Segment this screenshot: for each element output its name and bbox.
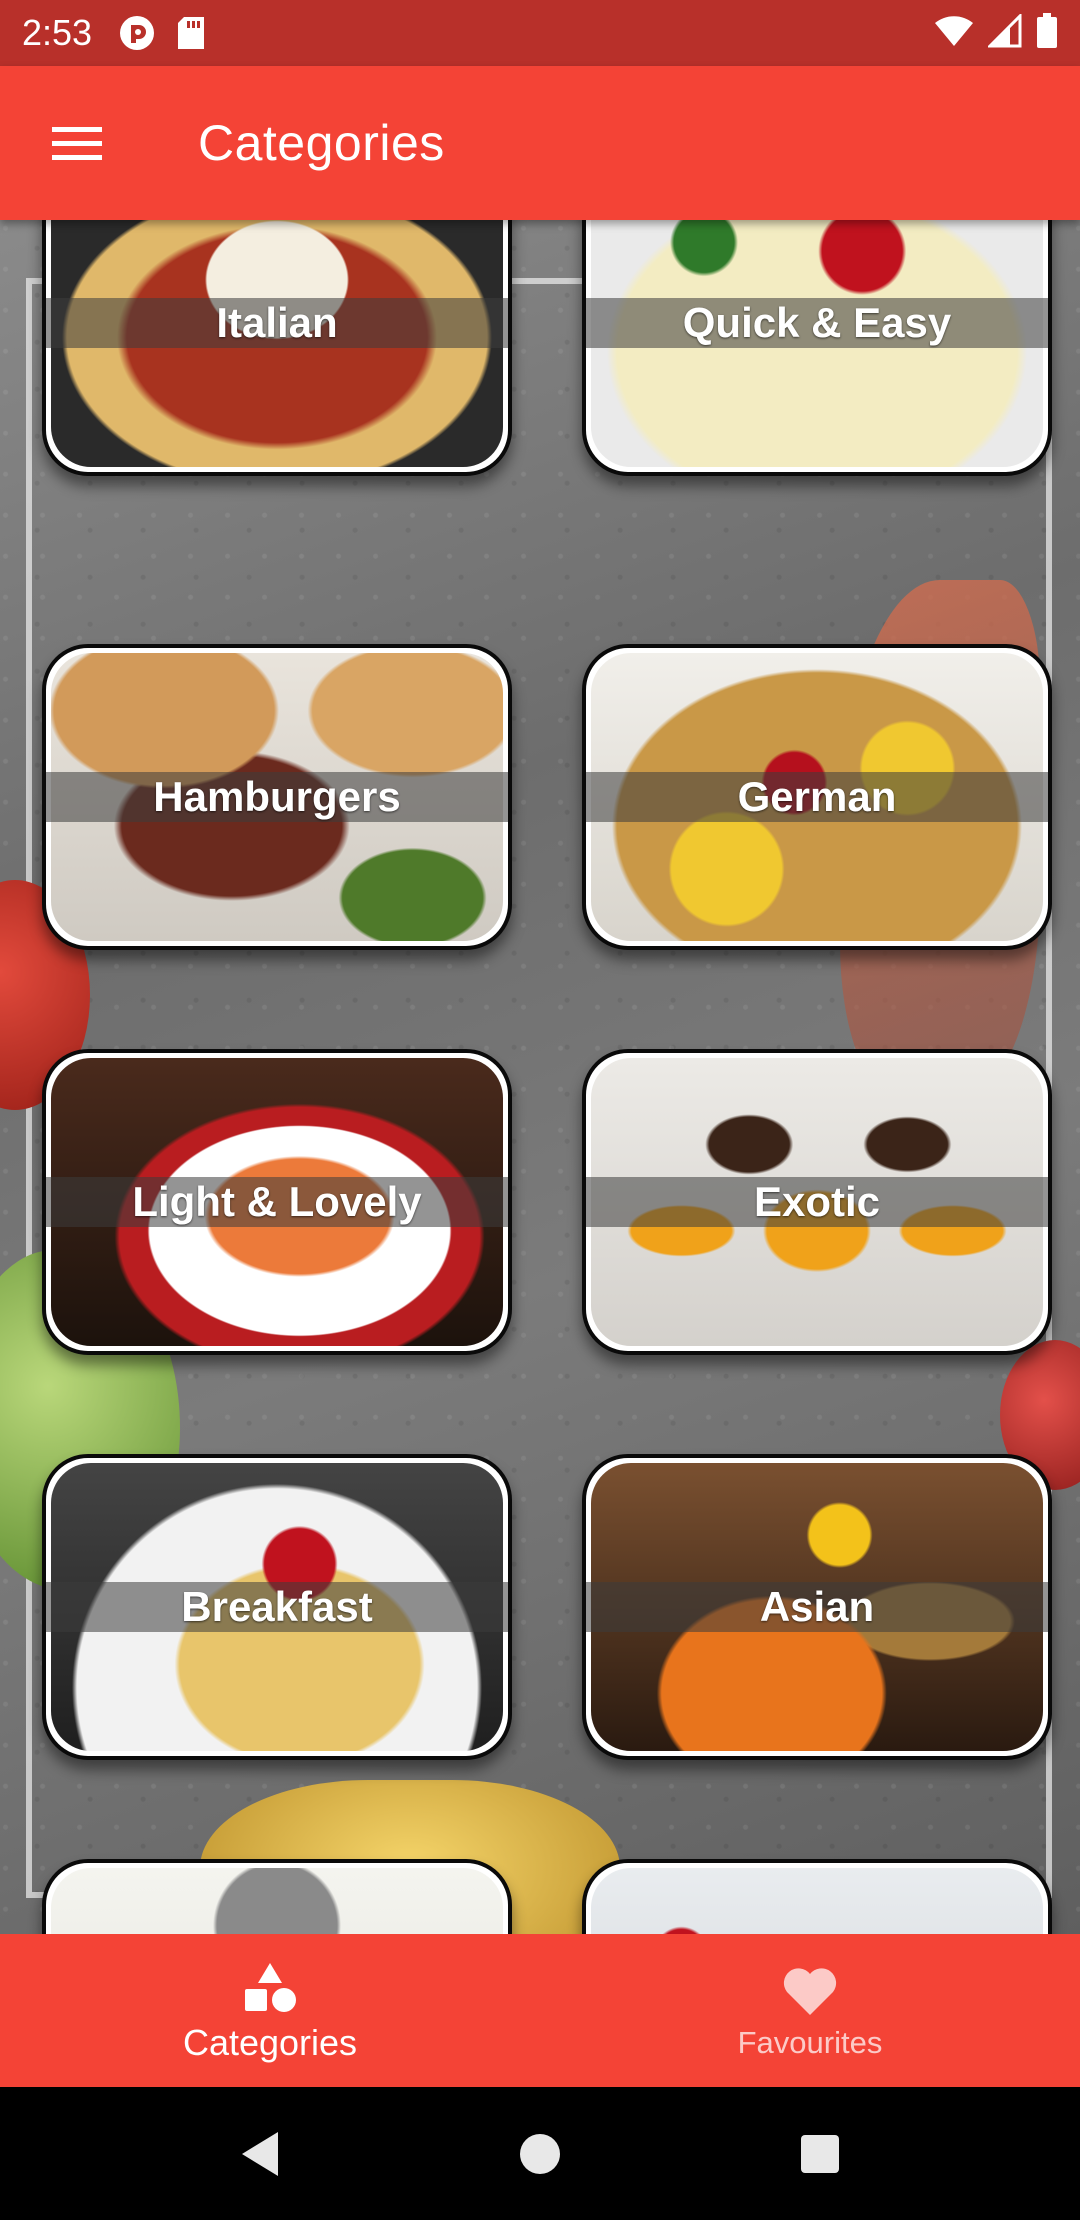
category-label-band: Italian [46, 298, 508, 348]
bottom-navigation: Categories Favourites [0, 1934, 1080, 2087]
category-label: Exotic [753, 1178, 881, 1225]
status-time: 2:53 [22, 12, 93, 53]
menu-button[interactable] [22, 88, 132, 198]
shapes-icon [241, 1958, 299, 2018]
nav-item-categories[interactable]: Categories [0, 1934, 540, 2087]
category-label: German [737, 773, 897, 820]
category-card-partial[interactable] [582, 1859, 1052, 1934]
category-label: Asian [759, 1583, 875, 1630]
category-card-breakfast[interactable]: Breakfast [42, 1454, 512, 1760]
category-card-quick-easy[interactable]: Quick & Easy [582, 220, 1052, 476]
system-navigation-bar [0, 2087, 1080, 2220]
nav-label-favourites: Favourites [737, 2024, 883, 2060]
wifi-icon [934, 15, 974, 52]
category-label: Hamburgers [153, 773, 401, 820]
home-icon [520, 2133, 560, 2174]
category-card-hamburgers[interactable]: Hamburgers [42, 644, 512, 950]
category-label-band: Asian [586, 1582, 1048, 1632]
sd-card-icon [172, 14, 210, 52]
category-card-italian[interactable]: Italian [42, 220, 512, 476]
category-label: Light & Lovely [132, 1178, 422, 1225]
category-label: Italian [216, 299, 338, 346]
category-label: Quick & Easy [682, 299, 952, 346]
categories-grid[interactable]: Italian Quick & Easy Hamburgers German L… [0, 220, 1080, 1934]
category-card-german[interactable]: German [582, 644, 1052, 950]
category-label-band: Quick & Easy [586, 298, 1048, 348]
category-card-asian[interactable]: Asian [582, 1454, 1052, 1760]
cellular-signal-icon [986, 11, 1022, 53]
back-icon [242, 2131, 278, 2176]
recents-icon [801, 2134, 839, 2173]
category-image [591, 1868, 1043, 1934]
category-label-band: Exotic [586, 1177, 1048, 1227]
recents-button[interactable] [775, 2109, 865, 2199]
category-label: Breakfast [181, 1583, 373, 1630]
heart-icon [781, 1961, 839, 2021]
screen: 2:53 Categories Italian Quick & Easy Ham… [0, 0, 1080, 2220]
category-card-exotic[interactable]: Exotic [582, 1049, 1052, 1355]
battery-icon [1036, 12, 1058, 54]
category-label-band: Light & Lovely [46, 1177, 508, 1227]
nav-label-categories: Categories [182, 2021, 358, 2063]
back-button[interactable] [215, 2109, 305, 2199]
category-label-band: German [586, 772, 1048, 822]
pocket-casts-icon [118, 14, 156, 52]
hamburger-menu-icon [52, 127, 102, 160]
status-right-icons [934, 11, 1058, 54]
status-bar: 2:53 [0, 0, 1080, 66]
category-card-light-lovely[interactable]: Light & Lovely [42, 1049, 512, 1355]
home-button[interactable] [495, 2109, 585, 2199]
app-bar: Categories [0, 66, 1080, 220]
page-title: Categories [198, 115, 445, 171]
category-image [51, 1868, 503, 1934]
category-label-band: Breakfast [46, 1582, 508, 1632]
category-card-partial[interactable] [42, 1859, 512, 1934]
nav-item-favourites[interactable]: Favourites [540, 1934, 1080, 2087]
category-label-band: Hamburgers [46, 772, 508, 822]
